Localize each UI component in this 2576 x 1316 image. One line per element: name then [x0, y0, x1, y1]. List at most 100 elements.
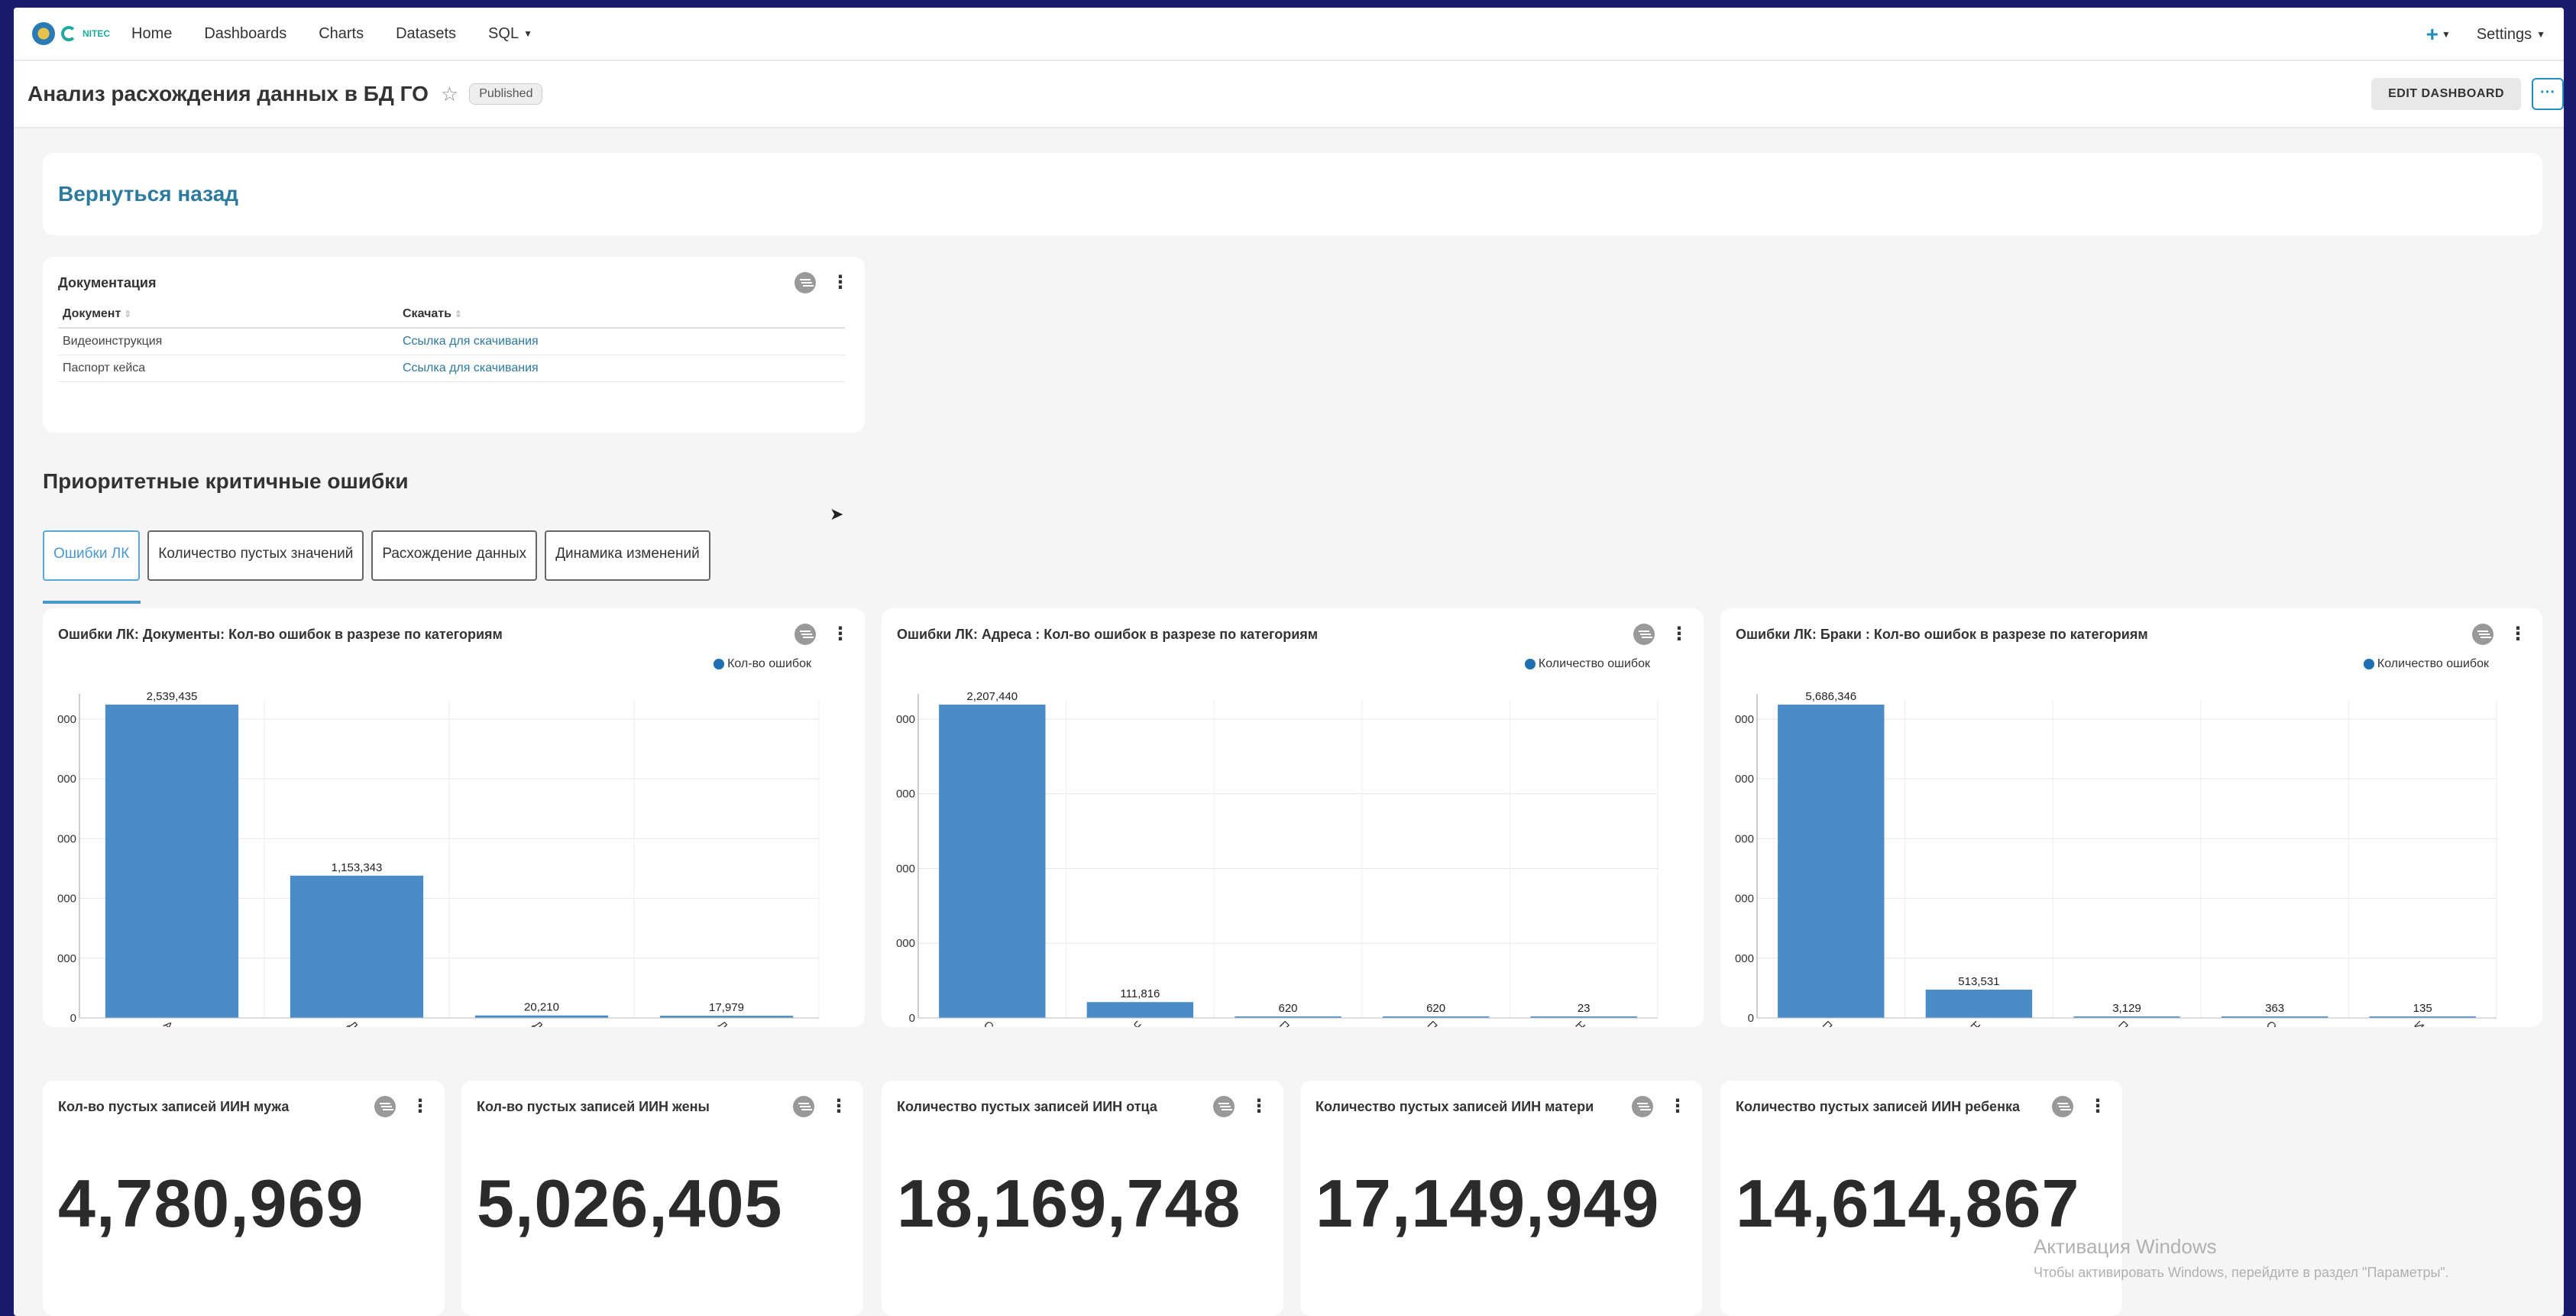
vertical-dots-icon[interactable]: ⋮	[411, 1097, 429, 1116]
nav-charts[interactable]: Charts	[319, 25, 364, 43]
column-header-download[interactable]: Скачать ⇕	[398, 301, 845, 329]
data-label: 1,153,343	[332, 861, 383, 874]
nav-datasets[interactable]: Datasets	[396, 25, 456, 43]
data-label: 363	[2265, 1002, 2284, 1015]
x-tick-label: Имеют	[2411, 1019, 2446, 1027]
bar	[105, 705, 239, 1018]
kpi-value: 14,614,867	[1736, 1165, 2080, 1241]
nav-sql-label: SQL	[488, 24, 519, 42]
status-badge: Published	[469, 83, 543, 105]
filter-icon[interactable]	[2052, 1096, 2073, 1117]
filter-icon[interactable]	[1632, 1096, 1653, 1117]
x-tick-label: Пусто	[1277, 1019, 1308, 1027]
column-header-label: Скачать	[403, 307, 451, 320]
table-cell-doc: Паспорт кейса	[58, 355, 398, 382]
download-link[interactable]: Ссылка для скачивания	[398, 355, 845, 382]
kpi-value: 4,780,969	[58, 1165, 364, 1241]
y-tick-label: 000	[57, 832, 76, 845]
bar	[939, 705, 1046, 1018]
x-tick-label: Актуал	[160, 1019, 196, 1027]
filter-icon[interactable]	[794, 272, 816, 293]
bar-chart-marriages: 00000000000000005,686,346Пусты513,531Нес…	[1735, 690, 2497, 1027]
x-tick-label: Пусты	[1820, 1019, 1853, 1027]
data-label: 23	[1578, 1002, 1591, 1015]
table-row: Видеоинструкция Ссылка для скачивания	[58, 328, 845, 355]
vertical-dots-icon[interactable]: ⋮	[1668, 1097, 1687, 1116]
tab-empty-values[interactable]: Количество пустых значений	[147, 530, 364, 581]
chart-card-marriages: Ошибки ЛК: Браки : Кол-во ошибок в разре…	[1720, 608, 2542, 1027]
y-tick-label: 000	[57, 893, 76, 906]
add-new-button[interactable]: + ▼	[2426, 22, 2451, 47]
nav-charts-label: Charts	[319, 24, 364, 42]
filter-icon[interactable]	[374, 1096, 396, 1117]
nav-dashboards[interactable]: Dashboards	[204, 25, 286, 43]
y-tick-label: 000	[57, 773, 76, 786]
data-label: 620	[1426, 1002, 1445, 1015]
vertical-dots-icon[interactable]: ⋮	[2089, 1097, 2107, 1116]
data-label: 111,816	[1120, 987, 1160, 1000]
x-tick-label: Челов	[1129, 1019, 1162, 1027]
kpi-card-mother: Количество пустых записей ИИН матери ⋮ 1…	[1300, 1081, 1702, 1316]
kpi-title: Количество пустых записей ИИН матери	[1316, 1099, 1594, 1114]
logo[interactable]: NITEC	[32, 22, 110, 45]
vertical-dots-icon[interactable]: ⋮	[1250, 1097, 1268, 1116]
settings-menu[interactable]: Settings ▼	[2477, 26, 2545, 44]
tab-data-mismatch[interactable]: Расхождение данных	[371, 530, 538, 581]
data-label: 513,531	[1958, 975, 1999, 988]
kpi-title: Кол-во пустых записей ИИН жены	[477, 1099, 710, 1114]
kpi-card-husband: Кол-во пустых записей ИИН мужа ⋮ 4,780,9…	[43, 1081, 445, 1316]
column-header-label: Документ	[63, 307, 121, 320]
bar	[290, 875, 424, 1018]
y-tick-label: 000	[896, 788, 915, 801]
documentation-title: Документация	[58, 275, 157, 290]
watermark-title: Активация Windows	[2034, 1235, 2217, 1258]
x-tick-label: Несоо	[1968, 1019, 2001, 1027]
section-title: Приоритетные критичные ошибки	[43, 469, 409, 493]
data-label: 20,210	[524, 1001, 559, 1014]
x-tick-label: Неуаг	[1572, 1019, 1604, 1027]
data-label: 5,686,346	[1805, 690, 1856, 703]
y-tick-label: 000	[1735, 832, 1754, 845]
x-tick-label: Докум	[345, 1019, 377, 1027]
table-row: Паспорт кейса Ссылка для скачивания	[58, 355, 845, 382]
nav-home[interactable]: Home	[131, 25, 172, 43]
nav-sql[interactable]: SQL ▼	[488, 25, 532, 43]
vertical-dots-icon[interactable]: ⋮	[831, 274, 849, 292]
data-label: 620	[1278, 1002, 1297, 1015]
caret-down-icon: ▼	[2441, 29, 2451, 40]
top-navbar: NITEC Home Dashboards Charts Datasets SQ…	[14, 8, 2564, 61]
filter-icon[interactable]	[1213, 1096, 1235, 1117]
tab-lk-errors[interactable]: Ошибки ЛК	[43, 530, 141, 581]
nav-datasets-label: Datasets	[396, 24, 457, 42]
x-tick-label: Одина	[2264, 1019, 2297, 1027]
x-tick-label: Перел	[2115, 1019, 2148, 1027]
documentation-table: Документ ⇕ Скачать ⇕ Видеоинструкция Ссылк…	[58, 301, 845, 382]
column-header-document[interactable]: Документ ⇕	[58, 301, 398, 329]
documentation-card: Документация ⋮ Документ ⇕ Скачать ⇕ Видеои…	[43, 257, 865, 433]
vertical-dots-icon[interactable]: ⋮	[830, 1097, 848, 1116]
data-label: 17,979	[709, 1001, 744, 1014]
bar-chart-documents: 00000000000000002,539,435Актуал1,153,343…	[57, 690, 820, 1027]
more-options-button[interactable]: ···	[2532, 78, 2564, 110]
tab-bar: Ошибки ЛК Количество пустых значений Рас…	[43, 530, 710, 581]
edit-dashboard-button[interactable]: EDIT DASHBOARD	[2371, 78, 2521, 110]
y-tick-label: 000	[896, 713, 915, 726]
back-card: Вернуться назад	[43, 153, 2542, 235]
x-tick-label: Лица у	[715, 1019, 749, 1027]
tab-dynamics[interactable]: Динамика изменений	[545, 530, 710, 581]
y-tick-label: 000	[1735, 713, 1754, 726]
nav-dashboards-label: Dashboards	[204, 24, 287, 42]
windows-activation-watermark: Активация Windows Чтобы активировать Win…	[2034, 1235, 2449, 1281]
download-link[interactable]: Ссылка для скачивания	[398, 328, 845, 355]
sort-icon: ⇕	[454, 309, 462, 319]
data-label: 135	[2413, 1002, 2432, 1015]
active-tab-indicator	[43, 601, 141, 604]
filter-icon[interactable]	[793, 1096, 814, 1117]
x-tick-label: Пусто	[1425, 1019, 1456, 1027]
star-icon[interactable]: ☆	[441, 83, 458, 106]
back-link[interactable]: Вернуться назад	[58, 182, 238, 206]
data-label: 3,129	[2112, 1002, 2141, 1015]
y-tick-label: 0	[70, 1012, 76, 1025]
y-tick-label: 000	[1735, 893, 1754, 906]
y-tick-label: 0	[1748, 1012, 1754, 1025]
